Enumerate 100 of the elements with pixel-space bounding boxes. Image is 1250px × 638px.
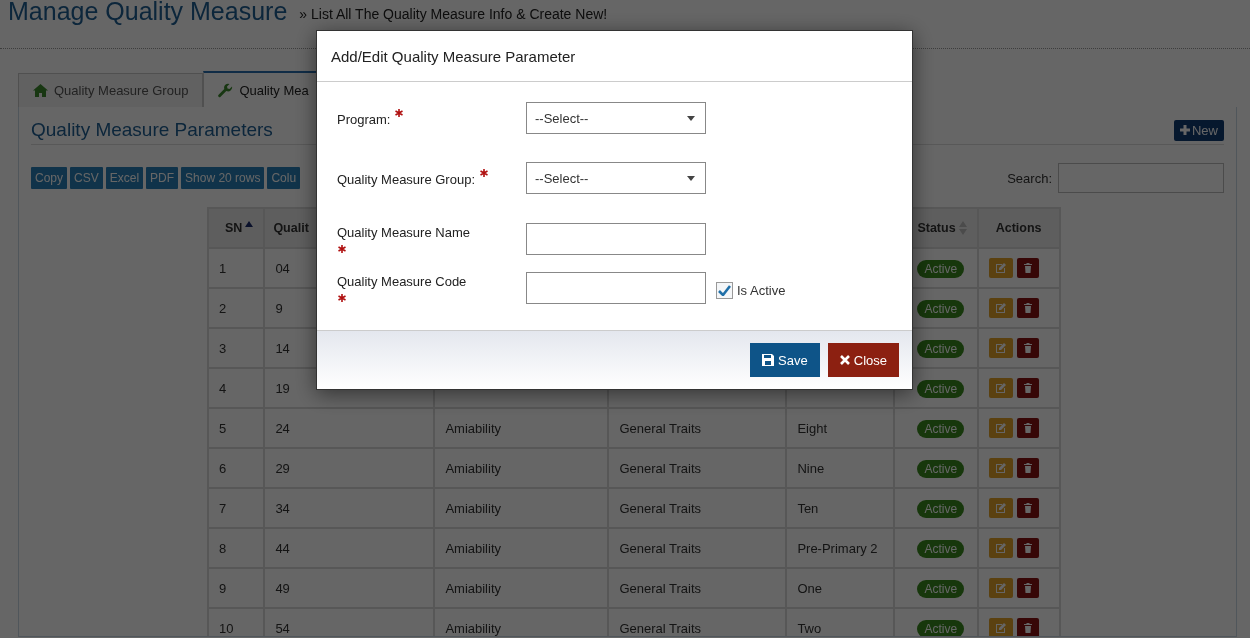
edit-button[interactable] (988, 578, 1013, 598)
toolbar-button[interactable]: Excel (105, 167, 144, 189)
table-cell: 10 (219, 620, 234, 636)
table-cell: 7 (219, 500, 227, 516)
delete-button[interactable] (1016, 498, 1039, 518)
select-dropdown[interactable]: --Select-- (526, 162, 706, 194)
close-button[interactable]: Close (827, 343, 899, 377)
delete-button[interactable] (1016, 298, 1039, 318)
tab[interactable]: Quality Measure Group (18, 73, 204, 107)
table-cell: 44 (275, 540, 290, 556)
table-cell: Eight (797, 420, 827, 436)
table-cell: General Traits (619, 540, 702, 556)
field-label: Program: (337, 111, 391, 127)
home-icon (33, 84, 48, 97)
table-cell: General Traits (619, 620, 702, 636)
checkbox-label: Is Active (737, 282, 786, 298)
table-cell: 04 (275, 260, 290, 276)
status-badge: Active (917, 579, 965, 598)
wrench-icon (218, 82, 234, 98)
table-cell: 9 (275, 300, 283, 316)
status-badge: Active (917, 419, 965, 438)
delete-button[interactable] (1016, 338, 1039, 358)
status-badge: Active (917, 459, 965, 478)
plus-icon (1180, 125, 1190, 135)
checkbox[interactable] (716, 281, 733, 299)
search-label: Search: (1007, 170, 1052, 186)
status-badge: Active (917, 379, 965, 398)
edit-button[interactable] (988, 378, 1013, 398)
table-cell: 49 (275, 580, 290, 596)
caret-icon (687, 175, 695, 181)
table-cell: Pre-Primary 2 (797, 540, 878, 556)
toolbar-button[interactable]: Copy (31, 167, 67, 189)
page-subtitle: » List All The Quality Measure Info & Create New! (299, 6, 608, 22)
toolbar-button[interactable]: Colu (267, 167, 301, 189)
status-badge: Active (917, 619, 965, 636)
toolbar-button[interactable]: Show 20 rows (181, 167, 265, 189)
status-badge: Active (917, 339, 965, 358)
column-header[interactable]: Actions (995, 221, 1042, 235)
table-cell: 29 (275, 460, 290, 476)
table-cell: Amiability (445, 580, 501, 596)
delete-button[interactable] (1016, 618, 1039, 636)
modal-title: Add/Edit Quality Measure Parameter (317, 31, 912, 82)
field-label: Quality Measure Name (337, 225, 470, 240)
delete-button[interactable] (1016, 578, 1039, 598)
edit-button[interactable] (988, 298, 1013, 318)
table-cell: 5 (219, 420, 227, 436)
input-field[interactable] (526, 223, 706, 255)
input-field[interactable] (526, 272, 706, 304)
table-cell: General Traits (619, 500, 702, 516)
delete-button[interactable] (1016, 418, 1039, 438)
edit-button[interactable] (988, 258, 1013, 278)
table-cell: 24 (275, 420, 290, 436)
edit-button[interactable] (988, 418, 1013, 438)
table-cell: Two (797, 620, 822, 636)
select-dropdown[interactable]: --Select-- (526, 102, 706, 134)
table-cell: Amiability (445, 620, 501, 636)
field-label: Quality Measure Group: (337, 171, 475, 187)
table-cell: Amiability (445, 500, 501, 516)
delete-button[interactable] (1016, 258, 1039, 278)
table-cell: 8 (219, 540, 227, 556)
table-cell: 4 (219, 380, 227, 396)
edit-button[interactable] (988, 498, 1013, 518)
table-cell: 9 (219, 580, 227, 596)
column-header[interactable]: SN (225, 221, 243, 235)
new-button[interactable]: New (1174, 119, 1224, 141)
table-cell: Amiability (445, 460, 501, 476)
table-cell: 3 (219, 340, 227, 356)
edit-button[interactable] (988, 458, 1013, 478)
table-cell: General Traits (619, 420, 702, 436)
edit-button[interactable] (988, 538, 1013, 558)
floppy-icon (762, 354, 775, 366)
table-cell: Amiability (445, 420, 501, 436)
status-badge: Active (917, 539, 965, 558)
table-cell: One (797, 580, 822, 596)
table-cell: 34 (275, 500, 290, 516)
status-badge: Active (917, 299, 965, 318)
edit-button[interactable] (988, 618, 1013, 636)
table-cell: Amiability (445, 540, 501, 556)
table-cell: 1 (219, 260, 227, 276)
search-field[interactable] (1058, 163, 1224, 193)
table-cell: Nine (797, 460, 825, 476)
table-cell: 19 (275, 380, 290, 396)
table-cell: General Traits (619, 460, 702, 476)
delete-button[interactable] (1016, 378, 1039, 398)
table-cell: 6 (219, 460, 227, 476)
column-header[interactable]: Qualit (273, 221, 309, 235)
table-cell: 2 (219, 300, 227, 316)
edit-button[interactable] (988, 338, 1013, 358)
caret-icon (687, 115, 695, 121)
toolbar-button[interactable]: CSV (70, 167, 103, 189)
toolbar-button[interactable]: PDF (146, 167, 179, 189)
delete-button[interactable] (1016, 538, 1039, 558)
table-cell: General Traits (619, 580, 702, 596)
status-badge: Active (917, 499, 965, 518)
field-label: Quality Measure Code (337, 274, 467, 289)
delete-button[interactable] (1016, 458, 1039, 478)
table-cell: Ten (797, 500, 819, 516)
save-button[interactable]: Save (750, 343, 820, 377)
column-header[interactable]: Status (917, 221, 956, 235)
table-cell: 14 (275, 340, 290, 356)
